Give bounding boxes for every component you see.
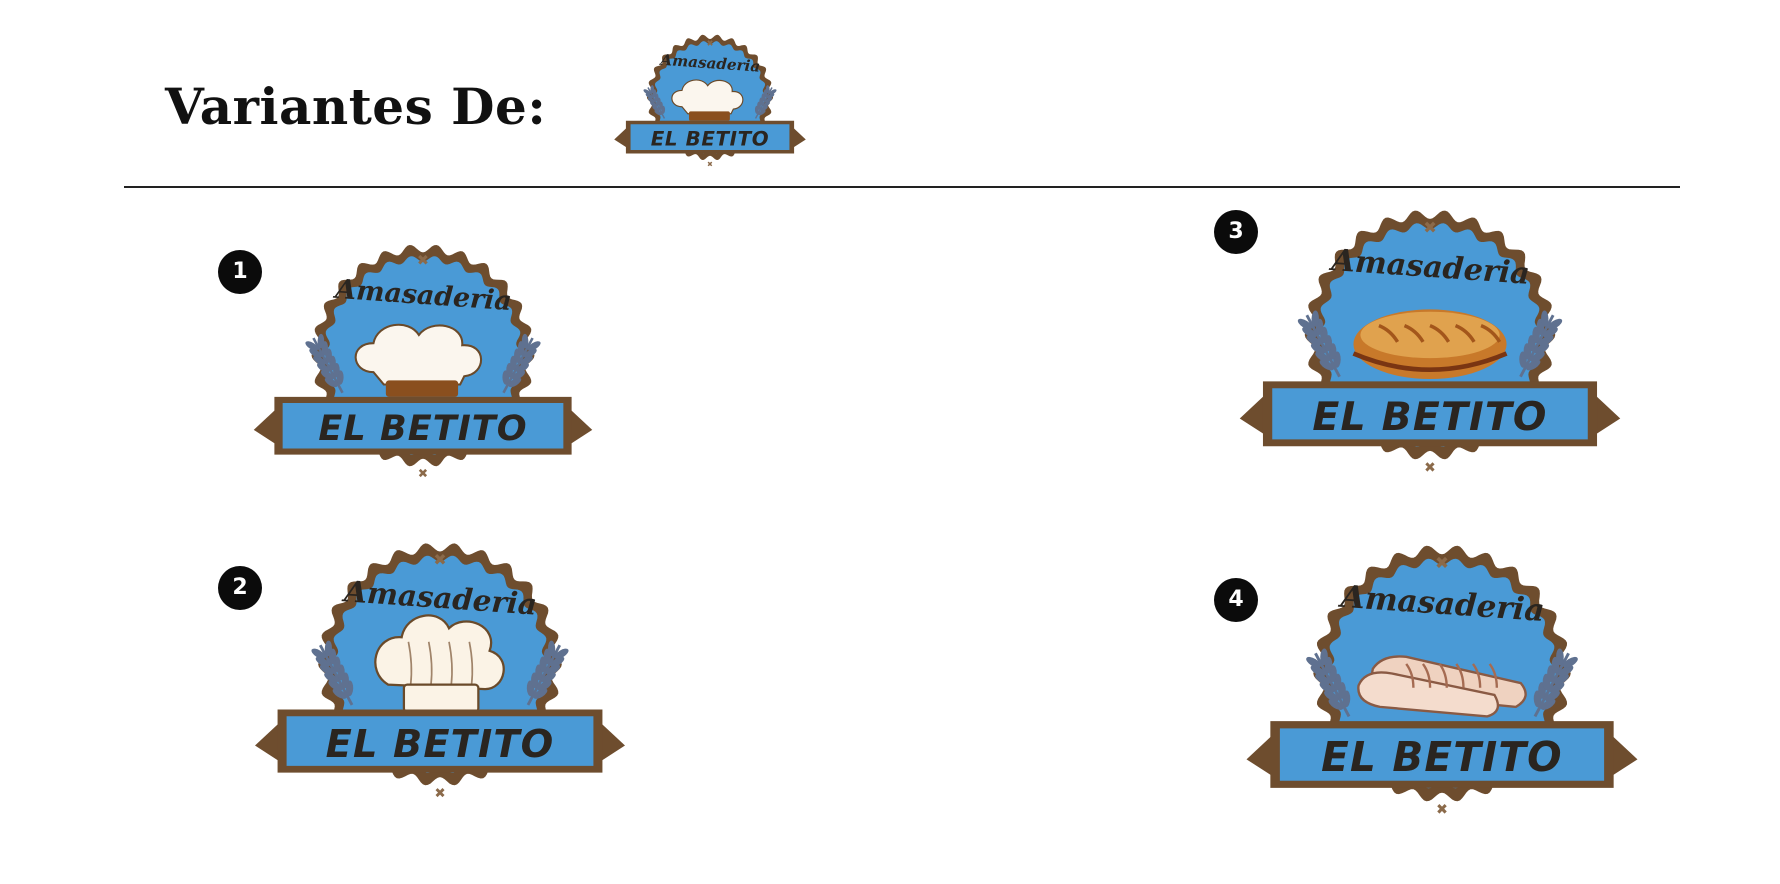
header-divider xyxy=(124,186,1680,188)
logo-shape: ✖✖AmasaderiaEL BETITO xyxy=(1246,545,1638,818)
logo-variant-3: ✖✖AmasaderiaEL BETITO xyxy=(1239,210,1621,476)
svg-text:✖: ✖ xyxy=(418,466,428,480)
logo-variant-4: ✖✖AmasaderiaEL BETITO xyxy=(1246,545,1638,818)
svg-text:✖: ✖ xyxy=(1423,218,1437,237)
logo-shape: ✖✖AmasaderiaEL BETITO xyxy=(253,244,593,480)
logo-variant-1: ✖✖AmasaderiaEL BETITO xyxy=(253,244,593,480)
logo-banner-text: EL BETITO xyxy=(651,127,769,150)
logo-banner-text: EL BETITO xyxy=(318,408,527,449)
svg-text:✖: ✖ xyxy=(1424,460,1436,476)
logo-shape: ✖✖AmasaderiaEL BETITO xyxy=(255,543,625,801)
page-title: Variantes De: xyxy=(165,77,547,136)
logo-banner-text: EL BETITO xyxy=(1321,733,1563,781)
logo-shape: ✖✖AmasaderiaEL BETITO xyxy=(614,34,806,168)
bread-loaf-icon xyxy=(1352,309,1508,379)
svg-text:✖: ✖ xyxy=(1436,802,1448,818)
svg-text:✖: ✖ xyxy=(707,38,714,48)
svg-text:✖: ✖ xyxy=(434,785,445,801)
svg-text:✖: ✖ xyxy=(417,253,429,269)
svg-text:✖: ✖ xyxy=(707,160,713,168)
logo-banner-text: EL BETITO xyxy=(1312,394,1547,440)
logo-variant-2: ✖✖AmasaderiaEL BETITO xyxy=(255,543,625,801)
logo-banner-text: EL BETITO xyxy=(326,722,555,767)
logo-shape: ✖✖AmasaderiaEL BETITO xyxy=(1239,210,1621,476)
svg-text:✖: ✖ xyxy=(433,550,446,569)
reference-logo: ✖✖AmasaderiaEL BETITO xyxy=(614,34,806,168)
svg-text:✖: ✖ xyxy=(1435,554,1449,573)
